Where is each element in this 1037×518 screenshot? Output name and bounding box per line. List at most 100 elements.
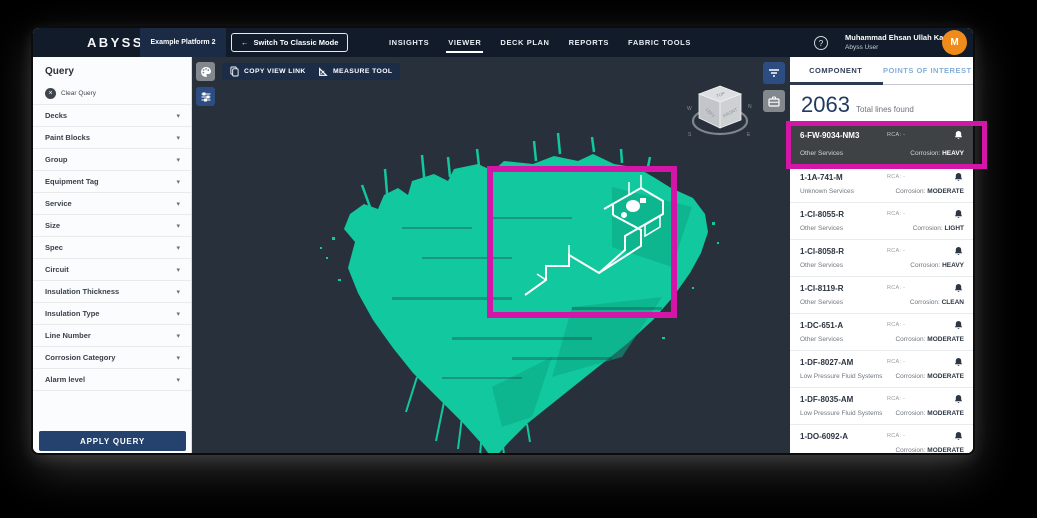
help-icon[interactable]: ? — [814, 36, 828, 50]
sidebar-item-size[interactable]: Size▾ — [33, 215, 191, 237]
component-tag: 1-DF-8035-AM — [800, 395, 853, 404]
component-rca: RCA: - — [887, 285, 905, 291]
chevron-down-icon: ▾ — [176, 354, 180, 362]
sidebar-item-line-number[interactable]: Line Number▾ — [33, 325, 191, 347]
screenshot-stage: ABYSS FABRIC Example Platform 2 ← Switch… — [0, 0, 1037, 518]
tab-points-of-interest[interactable]: POINTS OF INTEREST — [882, 57, 974, 84]
tab-fabric-tools[interactable]: FABRIC TOOLS — [628, 38, 691, 47]
avatar[interactable]: M — [942, 30, 967, 55]
clear-query-button[interactable]: × Clear Query — [45, 88, 96, 99]
component-tag: 1-DO-6092-A — [800, 432, 848, 441]
chevron-down-icon: ▾ — [176, 310, 180, 318]
chevron-down-icon: ▾ — [176, 134, 180, 142]
component-corrosion: Corrosion: MODERATE — [895, 188, 964, 195]
sidebar-item-paint-blocks[interactable]: Paint Blocks▾ — [33, 127, 191, 149]
filter-label: Circuit — [45, 265, 69, 274]
chevron-down-icon: ▾ — [176, 178, 180, 186]
component-service: Other Services — [800, 336, 843, 343]
clear-query-icon: × — [45, 88, 56, 99]
sidebar-item-decks[interactable]: Decks▾ — [33, 105, 191, 127]
chevron-down-icon: ▾ — [176, 244, 180, 252]
bell-icon — [954, 357, 963, 367]
tab-viewer[interactable]: VIEWER — [448, 38, 481, 47]
component-row[interactable]: 1-DO-6092-A RCA: - Corrosion: MODERATE — [790, 425, 973, 453]
query-sidebar: Query × Clear Query Decks▾ Paint Blocks▾… — [33, 57, 192, 453]
component-rca: RCA: - — [887, 322, 905, 328]
component-row[interactable]: 1-CI-8055-R RCA: - Other Services Corros… — [790, 203, 973, 240]
component-service: Other Services — [800, 299, 843, 306]
compass-n-label: N — [748, 104, 752, 110]
platform-selector[interactable]: Example Platform 2 — [140, 28, 226, 57]
tab-reports[interactable]: REPORTS — [569, 38, 609, 47]
sidebar-item-group[interactable]: Group▾ — [33, 149, 191, 171]
component-rca: RCA: - — [887, 132, 905, 138]
viewer-3d-canvas[interactable]: COPY VIEW LINK MEASURE TOOL W N S E — [192, 57, 790, 453]
corrosion-label: Corrosion: — [895, 410, 925, 417]
component-row[interactable]: 1-DF-8027-AM RCA: - Low Pressure Fluid S… — [790, 351, 973, 388]
component-row[interactable]: 1-CI-8058-R RCA: - Other Services Corros… — [790, 240, 973, 277]
component-panel: COMPONENT POINTS OF INTEREST 2063 Total … — [790, 57, 973, 453]
component-service: Low Pressure Fluid Systems — [800, 373, 882, 380]
bell-icon — [954, 431, 963, 441]
tab-component[interactable]: COMPONENT — [790, 57, 882, 84]
component-corrosion: Corrosion: LIGHT — [913, 225, 964, 232]
component-rca: RCA: - — [887, 433, 905, 439]
copy-icon — [230, 66, 239, 77]
sidebar-item-equipment-tag[interactable]: Equipment Tag▾ — [33, 171, 191, 193]
component-corrosion: Corrosion: MODERATE — [895, 410, 964, 417]
sidebar-item-service[interactable]: Service▾ — [33, 193, 191, 215]
sidebar-item-spec[interactable]: Spec▾ — [33, 237, 191, 259]
filter-label: Decks — [45, 111, 67, 120]
switch-classic-mode-label: Switch To Classic Mode — [254, 38, 339, 47]
tab-deck-plan[interactable]: DECK PLAN — [500, 38, 549, 47]
component-service: Other Services — [800, 150, 843, 157]
sidebar-item-corrosion-category[interactable]: Corrosion Category▾ — [33, 347, 191, 369]
component-corrosion: Corrosion: HEAVY — [910, 150, 964, 157]
component-row[interactable]: 1-DC-651-A RCA: - Other Services Corrosi… — [790, 314, 973, 351]
component-service: Other Services — [800, 262, 843, 269]
corrosion-label: Corrosion: — [895, 336, 925, 343]
switch-classic-mode-button[interactable]: ← Switch To Classic Mode — [231, 33, 348, 52]
sidebar-item-alarm-level[interactable]: Alarm level▾ — [33, 369, 191, 391]
corrosion-label: Corrosion: — [895, 373, 925, 380]
corrosion-value: LIGHT — [945, 225, 965, 232]
component-row[interactable]: 1-DF-8035-AM RCA: - Low Pressure Fluid S… — [790, 388, 973, 425]
paint-palette-button[interactable] — [196, 62, 215, 81]
toolbox-button[interactable] — [763, 90, 785, 112]
total-lines-caption: Total lines found — [856, 105, 914, 114]
display-settings-button[interactable] — [196, 87, 215, 106]
copy-view-link-label: COPY VIEW LINK — [244, 68, 306, 75]
corrosion-value: MODERATE — [927, 373, 964, 380]
sidebar-item-insulation-thickness[interactable]: Insulation Thickness▾ — [33, 281, 191, 303]
corrosion-label: Corrosion: — [910, 150, 940, 157]
view-cube-widget[interactable]: W N S E TOP LEFT FRONT — [683, 80, 757, 142]
component-row-selected[interactable]: 6-FW-9034-NM3 RCA: - Other Services Corr… — [790, 124, 973, 166]
query-filter-list: Decks▾ Paint Blocks▾ Group▾ Equipment Ta… — [33, 104, 191, 391]
sidebar-item-circuit[interactable]: Circuit ▾ — [33, 259, 191, 281]
component-row[interactable]: 1-1A-741-M RCA: - Unknown Services Corro… — [790, 166, 973, 203]
sidebar-item-insulation-type[interactable]: Insulation Type▾ — [33, 303, 191, 325]
component-tag: 1-DF-8027-AM — [800, 358, 853, 367]
apply-query-button[interactable]: APPLY QUERY — [39, 431, 186, 451]
filter-label: Line Number — [45, 331, 91, 340]
corrosion-value: MODERATE — [927, 336, 964, 343]
component-service: Low Pressure Fluid Systems — [800, 410, 882, 417]
tab-insights[interactable]: INSIGHTS — [389, 38, 429, 47]
component-rca: RCA: - — [887, 211, 905, 217]
filter-label: Service — [45, 199, 72, 208]
component-service: Other Services — [800, 225, 843, 232]
component-tag: 1-DC-651-A — [800, 321, 843, 330]
chevron-down-icon: ▾ — [176, 266, 180, 274]
corrosion-value: MODERATE — [927, 410, 964, 417]
component-list[interactable]: 6-FW-9034-NM3 RCA: - Other Services Corr… — [790, 124, 973, 453]
query-panel-title: Query — [45, 66, 74, 77]
filter-results-button[interactable] — [763, 62, 785, 84]
component-corrosion: Corrosion: HEAVY — [910, 262, 964, 269]
measure-tool-button[interactable]: MEASURE TOOL — [310, 63, 400, 80]
bell-icon — [954, 246, 963, 256]
corrosion-label: Corrosion: — [895, 447, 925, 453]
component-row[interactable]: 1-CI-8119-R RCA: - Other Services Corros… — [790, 277, 973, 314]
corrosion-label: Corrosion: — [910, 262, 940, 269]
total-lines-count: 2063 — [801, 92, 850, 118]
copy-view-link-button[interactable]: COPY VIEW LINK — [222, 63, 314, 80]
